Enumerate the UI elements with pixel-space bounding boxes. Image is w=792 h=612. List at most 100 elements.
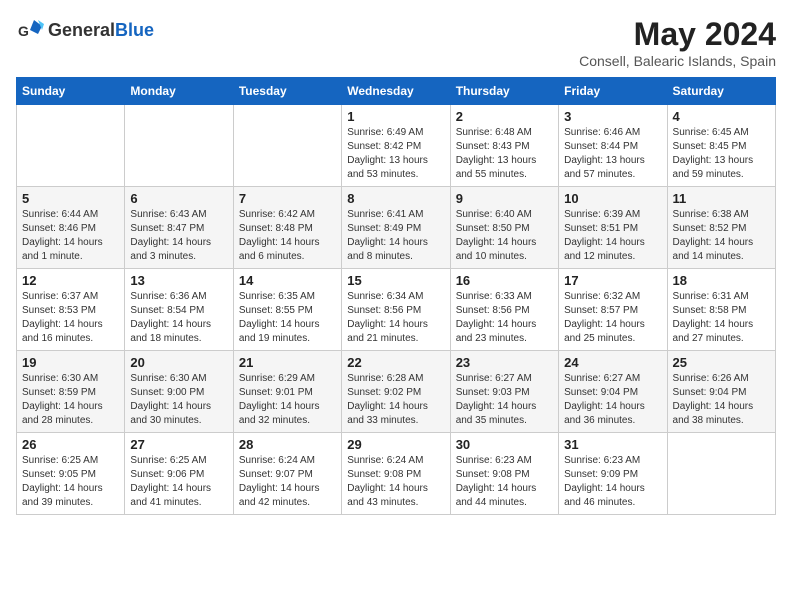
calendar-cell [17,105,125,187]
day-number: 22 [347,355,444,370]
day-number: 31 [564,437,661,452]
day-info: Sunrise: 6:32 AM Sunset: 8:57 PM Dayligh… [564,290,661,346]
calendar-cell: 17 Sunrise: 6:32 AM Sunset: 8:57 PM Dayli… [559,269,667,351]
day-number: 7 [239,191,336,206]
calendar-cell: 29 Sunrise: 6:24 AM Sunset: 9:08 PM Dayli… [342,433,450,515]
day-info: Sunrise: 6:46 AM Sunset: 8:44 PM Dayligh… [564,126,661,182]
day-number: 15 [347,273,444,288]
day-info: Sunrise: 6:45 AM Sunset: 8:45 PM Dayligh… [673,126,770,182]
day-info: Sunrise: 6:27 AM Sunset: 9:04 PM Dayligh… [564,372,661,428]
day-info: Sunrise: 6:49 AM Sunset: 8:42 PM Dayligh… [347,126,444,182]
column-header-wednesday: Wednesday [342,78,450,105]
week-row-5: 26Sunrise: 6:25 AM Sunset: 9:05 PM Dayli… [17,433,776,515]
day-info: Sunrise: 6:48 AM Sunset: 8:43 PM Dayligh… [456,126,553,182]
calendar-cell: 1Sunrise: 6:49 AM Sunset: 8:42 PM Daylig… [342,105,450,187]
logo-blue: Blue [115,20,154,40]
calendar-cell: 16 Sunrise: 6:33 AM Sunset: 8:56 PM Dayli… [450,269,558,351]
day-number: 17 [564,273,661,288]
day-info: Sunrise: 6:30 AM Sunset: 9:00 PM Dayligh… [130,372,227,428]
calendar-header: SundayMondayTuesdayWednesdayThursdayFrid… [17,78,776,105]
subtitle: Consell, Balearic Islands, Spain [579,53,776,69]
calendar-cell: 9 Sunrise: 6:40 AM Sunset: 8:50 PM Daylig… [450,187,558,269]
column-header-saturday: Saturday [667,78,775,105]
day-info: Sunrise: 6:25 AM Sunset: 9:06 PM Dayligh… [130,454,227,510]
column-header-monday: Monday [125,78,233,105]
calendar-cell: 15 Sunrise: 6:34 AM Sunset: 8:56 PM Dayli… [342,269,450,351]
day-number: 10 [564,191,661,206]
main-title: May 2024 [579,16,776,53]
day-number: 4 [673,109,770,124]
day-number: 30 [456,437,553,452]
day-info: Sunrise: 6:38 AM Sunset: 8:52 PM Dayligh… [673,208,770,264]
day-number: 20 [130,355,227,370]
calendar-cell: 21 Sunrise: 6:29 AM Sunset: 9:01 PM Dayli… [233,351,341,433]
week-row-3: 12Sunrise: 6:37 AM Sunset: 8:53 PM Dayli… [17,269,776,351]
calendar-cell: 24 Sunrise: 6:27 AM Sunset: 9:04 PM Dayli… [559,351,667,433]
logo-icon: G [16,16,44,44]
calendar-cell: 23 Sunrise: 6:27 AM Sunset: 9:03 PM Dayli… [450,351,558,433]
day-number: 9 [456,191,553,206]
calendar-cell: 26Sunrise: 6:25 AM Sunset: 9:05 PM Dayli… [17,433,125,515]
day-number: 16 [456,273,553,288]
day-number: 26 [22,437,119,452]
day-info: Sunrise: 6:27 AM Sunset: 9:03 PM Dayligh… [456,372,553,428]
calendar-cell: 2 Sunrise: 6:48 AM Sunset: 8:43 PM Daylig… [450,105,558,187]
column-header-tuesday: Tuesday [233,78,341,105]
calendar-cell: 19 Sunrise: 6:30 AM Sunset: 8:59 PM Dayli… [17,351,125,433]
calendar-cell: 28 Sunrise: 6:24 AM Sunset: 9:07 PM Dayli… [233,433,341,515]
day-number: 12 [22,273,119,288]
day-info: Sunrise: 6:35 AM Sunset: 8:55 PM Dayligh… [239,290,336,346]
day-number: 3 [564,109,661,124]
calendar-cell: 14 Sunrise: 6:35 AM Sunset: 8:55 PM Dayli… [233,269,341,351]
day-info: Sunrise: 6:36 AM Sunset: 8:54 PM Dayligh… [130,290,227,346]
calendar-cell [233,105,341,187]
calendar-cell: 22 Sunrise: 6:28 AM Sunset: 9:02 PM Dayli… [342,351,450,433]
logo: G GeneralBlue [16,16,154,44]
day-info: Sunrise: 6:44 AM Sunset: 8:46 PM Dayligh… [22,208,119,264]
calendar-cell: 11Sunrise: 6:38 AM Sunset: 8:52 PM Dayli… [667,187,775,269]
column-header-sunday: Sunday [17,78,125,105]
day-number: 21 [239,355,336,370]
day-info: Sunrise: 6:28 AM Sunset: 9:02 PM Dayligh… [347,372,444,428]
day-number: 14 [239,273,336,288]
calendar-cell: 30Sunrise: 6:23 AM Sunset: 9:08 PM Dayli… [450,433,558,515]
day-info: Sunrise: 6:41 AM Sunset: 8:49 PM Dayligh… [347,208,444,264]
header-row: SundayMondayTuesdayWednesdayThursdayFrid… [17,78,776,105]
calendar-cell: 27 Sunrise: 6:25 AM Sunset: 9:06 PM Dayli… [125,433,233,515]
calendar-cell: 18 Sunrise: 6:31 AM Sunset: 8:58 PM Dayli… [667,269,775,351]
calendar-cell: 13Sunrise: 6:36 AM Sunset: 8:54 PM Dayli… [125,269,233,351]
calendar-cell: 4 Sunrise: 6:45 AM Sunset: 8:45 PM Daylig… [667,105,775,187]
day-info: Sunrise: 6:33 AM Sunset: 8:56 PM Dayligh… [456,290,553,346]
day-info: Sunrise: 6:40 AM Sunset: 8:50 PM Dayligh… [456,208,553,264]
day-number: 24 [564,355,661,370]
day-number: 29 [347,437,444,452]
day-number: 25 [673,355,770,370]
day-number: 5 [22,191,119,206]
day-info: Sunrise: 6:24 AM Sunset: 9:07 PM Dayligh… [239,454,336,510]
day-number: 2 [456,109,553,124]
day-info: Sunrise: 6:39 AM Sunset: 8:51 PM Dayligh… [564,208,661,264]
calendar-cell [125,105,233,187]
day-info: Sunrise: 6:24 AM Sunset: 9:08 PM Dayligh… [347,454,444,510]
day-info: Sunrise: 6:30 AM Sunset: 8:59 PM Dayligh… [22,372,119,428]
week-row-4: 19 Sunrise: 6:30 AM Sunset: 8:59 PM Dayli… [17,351,776,433]
day-number: 23 [456,355,553,370]
day-info: Sunrise: 6:43 AM Sunset: 8:47 PM Dayligh… [130,208,227,264]
page-header: G GeneralBlue May 2024 Consell, Balearic… [16,16,776,69]
day-info: Sunrise: 6:31 AM Sunset: 8:58 PM Dayligh… [673,290,770,346]
calendar-body: 1Sunrise: 6:49 AM Sunset: 8:42 PM Daylig… [17,105,776,515]
day-number: 28 [239,437,336,452]
calendar-cell: 7Sunrise: 6:42 AM Sunset: 8:48 PM Daylig… [233,187,341,269]
calendar-cell: 8Sunrise: 6:41 AM Sunset: 8:49 PM Daylig… [342,187,450,269]
column-header-friday: Friday [559,78,667,105]
day-number: 27 [130,437,227,452]
calendar-cell: 3 Sunrise: 6:46 AM Sunset: 8:44 PM Daylig… [559,105,667,187]
day-info: Sunrise: 6:23 AM Sunset: 9:09 PM Dayligh… [564,454,661,510]
day-info: Sunrise: 6:34 AM Sunset: 8:56 PM Dayligh… [347,290,444,346]
week-row-2: 5 Sunrise: 6:44 AM Sunset: 8:46 PM Daylig… [17,187,776,269]
calendar-cell [667,433,775,515]
day-number: 18 [673,273,770,288]
day-number: 19 [22,355,119,370]
calendar-cell: 10 Sunrise: 6:39 AM Sunset: 8:51 PM Dayli… [559,187,667,269]
day-info: Sunrise: 6:29 AM Sunset: 9:01 PM Dayligh… [239,372,336,428]
